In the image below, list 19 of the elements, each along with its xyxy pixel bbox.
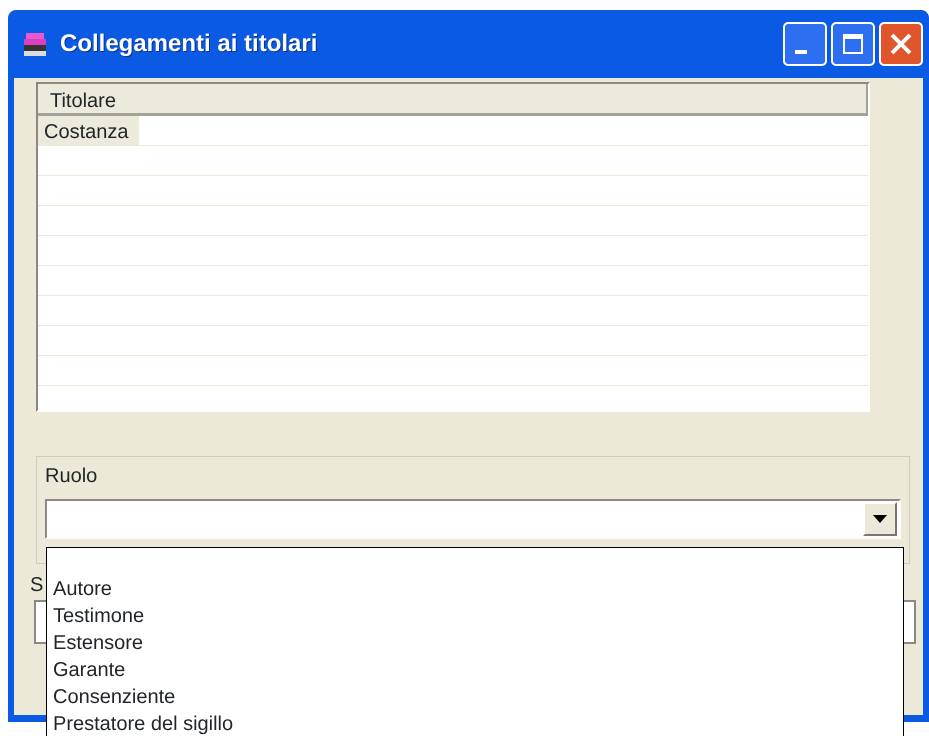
dropdown-option[interactable]: Prestatore del sigillo bbox=[53, 711, 903, 736]
maximize-icon bbox=[841, 32, 865, 56]
close-icon bbox=[888, 31, 914, 57]
dropdown-option[interactable]: Testimone bbox=[53, 603, 903, 630]
maximize-button[interactable] bbox=[831, 22, 875, 66]
dropdown-option[interactable]: Garante bbox=[53, 657, 903, 684]
dropdown-option[interactable]: Estensore bbox=[53, 630, 903, 657]
role-label: Ruolo bbox=[45, 464, 98, 489]
minimize-button[interactable] bbox=[783, 22, 827, 66]
dropdown-option[interactable]: Consenziente bbox=[53, 684, 903, 711]
caret-icon bbox=[873, 515, 887, 523]
window-title: Collegamenti ai titolari bbox=[60, 29, 318, 59]
dropdown-button[interactable] bbox=[863, 502, 897, 536]
field-label: S bbox=[30, 573, 42, 598]
dropdown-option[interactable]: Autore bbox=[53, 576, 903, 603]
close-button[interactable] bbox=[879, 22, 923, 66]
table-cell[interactable]: Costanza bbox=[38, 116, 138, 145]
minimize-icon bbox=[795, 50, 807, 54]
column-header[interactable]: Titolare bbox=[50, 90, 116, 112]
